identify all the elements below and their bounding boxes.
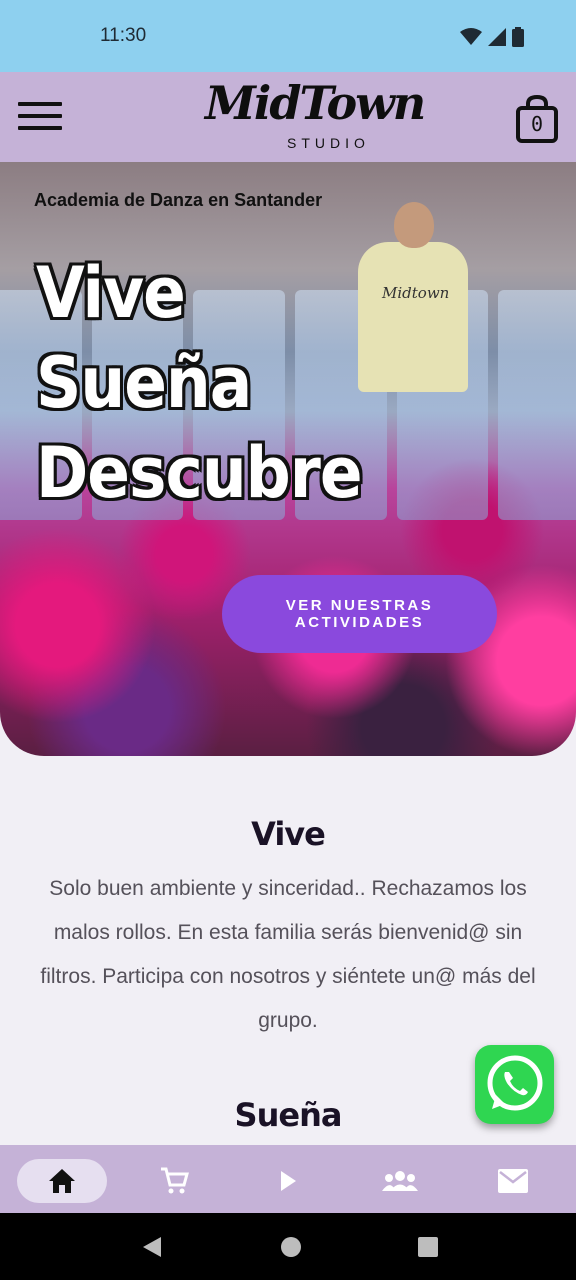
nav-shop[interactable] <box>129 1159 219 1203</box>
hero-word-suena: Sueña <box>36 342 252 424</box>
section-text: Solo buen ambiente y sinceridad.. Rechaz… <box>40 877 536 1032</box>
back-icon[interactable] <box>141 1236 163 1258</box>
hamburger-icon <box>18 102 62 106</box>
system-nav-bar <box>0 1213 576 1280</box>
hero-banner: Midtown Academia de Danza en Santander V… <box>0 162 576 756</box>
cart-icon <box>161 1167 189 1194</box>
signal-icon <box>488 28 506 46</box>
nav-home[interactable] <box>17 1159 107 1203</box>
mail-icon <box>498 1169 528 1193</box>
hero-word-vive: Vive <box>36 252 186 334</box>
status-time: 11:30 <box>100 25 147 46</box>
app-header: MidTown STUDIO 0 <box>0 72 576 162</box>
group-icon <box>382 1171 418 1191</box>
wifi-icon <box>460 28 482 45</box>
view-activities-button[interactable]: VER NUESTRAS ACTIVIDADES <box>222 575 497 653</box>
hero-tagline: Academia de Danza en Santander <box>34 190 323 210</box>
logo-script: MidTown <box>205 76 426 130</box>
battery-icon <box>512 27 524 47</box>
status-icons <box>460 27 524 47</box>
home-icon <box>49 1169 75 1193</box>
section-vive: Vive Solo buen ambiente y sinceridad.. R… <box>0 815 576 1043</box>
menu-button[interactable] <box>18 102 62 132</box>
whatsapp-icon <box>487 1055 543 1111</box>
cart-count: 0 <box>530 112 544 136</box>
shirt-logo: Midtown <box>382 284 450 302</box>
nav-contact[interactable] <box>468 1159 558 1203</box>
status-bar: 11:30 <box>0 0 576 72</box>
nav-play[interactable] <box>243 1159 333 1203</box>
hero-word-descubre: Descubre <box>36 432 363 514</box>
whatsapp-button[interactable] <box>475 1045 554 1124</box>
section-title: Vive <box>251 815 326 853</box>
shopping-bag-button[interactable]: 0 <box>515 94 559 144</box>
nav-community[interactable] <box>355 1159 445 1203</box>
midtown-logo[interactable]: MidTown STUDIO <box>205 76 426 158</box>
bottom-nav <box>0 1145 576 1213</box>
recents-icon[interactable] <box>417 1236 439 1258</box>
hero-person-image: Midtown <box>358 202 468 392</box>
play-icon <box>281 1171 296 1191</box>
home-circle-icon[interactable] <box>280 1236 302 1258</box>
logo-studio: STUDIO <box>287 135 370 151</box>
